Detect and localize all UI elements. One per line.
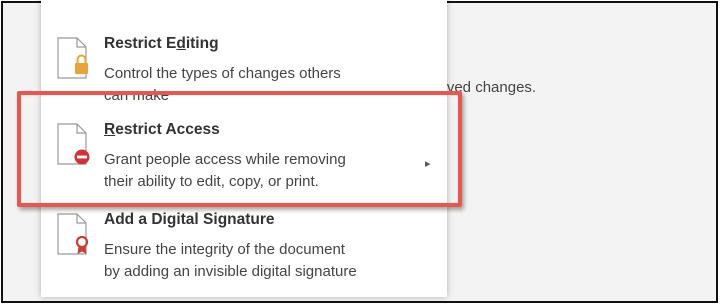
menu-item-description: Ensure the integrity of the document by … [104, 241, 357, 280]
screenshot-frame: saved changes. Restrict Editing Control … [1, 0, 718, 303]
menu-item-title: Add a Digital Signature [104, 211, 275, 228]
menu-item-add-digital-signature[interactable]: Add a Digital Signature Ensure the integ… [41, 203, 447, 283]
restrict-minus-icon [74, 149, 90, 165]
menu-item-restrict-editing[interactable]: Restrict Editing Control the types of ch… [41, 27, 447, 107]
document-ribbon-icon [57, 213, 89, 255]
document-restrict-icon [57, 123, 90, 165]
menu-item-title: Restrict Editing [104, 35, 219, 52]
document-lock-icon [57, 37, 88, 79]
menu-item-title: Restrict Access [104, 121, 220, 138]
menu-item-description: Control the types of changes others can … [104, 65, 341, 104]
submenu-arrow-icon[interactable]: ▸ [425, 157, 431, 170]
protect-document-menu: Restrict Editing Control the types of ch… [41, 0, 447, 297]
menu-item-restrict-access[interactable]: Restrict Access Grant people access whil… [41, 113, 447, 193]
menu-item-description: Grant people access while removing their… [104, 151, 346, 190]
